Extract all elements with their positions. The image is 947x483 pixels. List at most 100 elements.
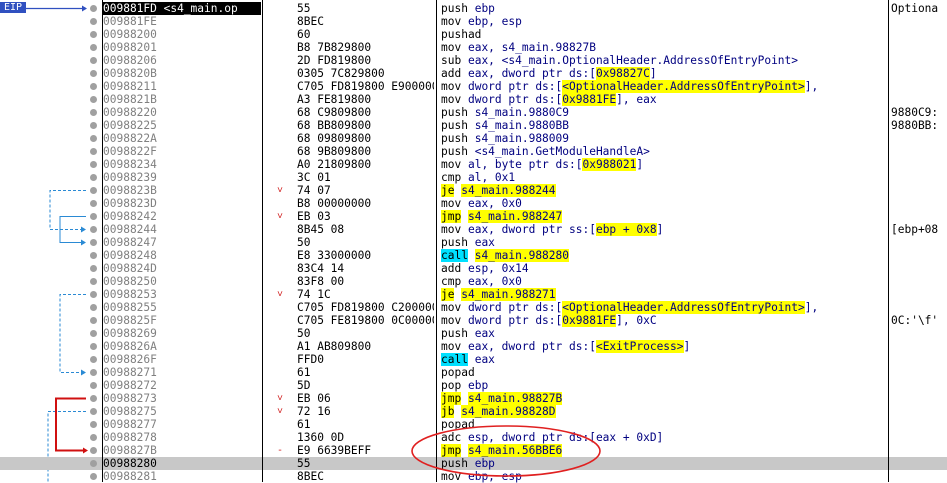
address-cell: 00988200 — [103, 28, 157, 41]
table-row[interactable]: 009881FD <s4_main.op 55 push ebp Optiona — [0, 2, 947, 15]
breakpoint-dot[interactable] — [90, 96, 97, 103]
breakpoint-dot[interactable] — [90, 369, 97, 376]
mnemonic: pop — [441, 379, 462, 392]
table-row[interactable]: 0098822A 68 09809800 push s4_main.988009 — [0, 132, 947, 145]
address-cell: 00988206 — [103, 54, 157, 67]
table-row[interactable]: 00988248 E8 33000000 call s4_main.988280 — [0, 249, 947, 262]
breakpoint-dot[interactable] — [90, 252, 97, 259]
table-row[interactable]: 00988247 50 push eax — [0, 236, 947, 249]
table-row[interactable]: 00988271 61 popad — [0, 366, 947, 379]
breakpoint-dot[interactable] — [90, 109, 97, 116]
breakpoint-dot[interactable] — [90, 70, 97, 77]
disassembly-cell: mov eax, s4_main.98827B — [441, 41, 888, 54]
breakpoint-dot[interactable] — [90, 83, 97, 90]
table-row[interactable]: 00988253 ˅ 74 1C je s4_main.988271 — [0, 288, 947, 301]
address-cell: 0098826F — [103, 353, 157, 366]
address-cell: 00988201 — [103, 41, 157, 54]
breakpoint-dot[interactable] — [90, 395, 97, 402]
comment-cell — [891, 158, 947, 171]
breakpoint-dot[interactable] — [90, 122, 97, 129]
comment-cell — [891, 405, 947, 418]
breakpoint-dot[interactable] — [90, 434, 97, 441]
breakpoint-dot[interactable] — [90, 57, 97, 64]
table-row[interactable]: 00988239 3C 01 cmp al, 0x1 — [0, 171, 947, 184]
comment-cell — [891, 366, 947, 379]
table-row[interactable]: 0098826A A1 AB809800 mov eax, dword ptr ds… — [0, 340, 947, 353]
table-row[interactable]: 0098827B - E9 6639BEFF jmp s4_main.56BBE6 — [0, 444, 947, 457]
breakpoint-dot[interactable] — [90, 343, 97, 350]
table-row[interactable]: 0098821B A3 FE819800 mov dword ptr ds:[0x9… — [0, 93, 947, 106]
breakpoint-dot[interactable] — [90, 473, 97, 480]
table-row[interactable]: 0098820B 0305 7C829800 add eax, dword ptr … — [0, 67, 947, 80]
table-row[interactable]: 00988255 C705 FD819800 C2000000 mov dword … — [0, 301, 947, 314]
table-row[interactable]: 00988250 83F8 00 cmp eax, 0x0 — [0, 275, 947, 288]
breakpoint-dot[interactable] — [90, 460, 97, 467]
table-row[interactable]: 00988206 2D FD819800 sub eax, <s4_main.Opt… — [0, 54, 947, 67]
table-row[interactable]: 00988234 A0 21809800 mov al, byte ptr ds:[… — [0, 158, 947, 171]
bytes-cell: 68 C9809800 — [297, 106, 372, 119]
table-row[interactable]: 0098822F 68 9B809800 push <s4_main.GetModu… — [0, 145, 947, 158]
table-row[interactable]: 00988201 B8 7B829800 mov eax, s4_main.9882… — [0, 41, 947, 54]
breakpoint-dot[interactable] — [90, 213, 97, 220]
breakpoint-dot[interactable] — [90, 200, 97, 207]
table-row[interactable]: 00988242 ˅ EB 03 jmp s4_main.988247 — [0, 210, 947, 223]
breakpoint-dot[interactable] — [90, 18, 97, 25]
breakpoint-dot[interactable] — [90, 239, 97, 246]
table-row[interactable]: 00988280 55 push ebp — [0, 457, 947, 470]
breakpoint-dot[interactable] — [90, 31, 97, 38]
breakpoint-dot[interactable] — [90, 382, 97, 389]
breakpoint-dot[interactable] — [90, 148, 97, 155]
operand: <s4_main.GetModuleHandleA> — [474, 145, 650, 158]
table-row[interactable]: 00988269 50 push eax — [0, 327, 947, 340]
comment-cell: Optiona — [891, 2, 939, 15]
table-row[interactable]: 0098823B ˅ 74 07 je s4_main.988244 — [0, 184, 947, 197]
disassembly-cell: popad — [441, 366, 888, 379]
table-row[interactable]: 00988277 61 popad — [0, 418, 947, 431]
breakpoint-dot[interactable] — [90, 44, 97, 51]
table-row[interactable]: 00988211 C705 FD819800 E9000000 mov dword … — [0, 80, 947, 93]
comment-cell — [891, 379, 947, 392]
bytes-cell: 2D FD819800 — [297, 54, 372, 67]
disassembly-cell: cmp eax, 0x0 — [441, 275, 888, 288]
table-row[interactable]: 00988275 ˅ 72 16 jb s4_main.98828D — [0, 405, 947, 418]
breakpoint-dot[interactable] — [90, 356, 97, 363]
operand: eax, s4_main.98827B — [467, 41, 596, 54]
table-row[interactable]: 00988272 5D pop ebp — [0, 379, 947, 392]
table-row[interactable]: 0098826F FFD0 call eax — [0, 353, 947, 366]
comment-cell — [891, 145, 947, 158]
bytes-cell: 8BEC — [297, 15, 324, 28]
table-row[interactable]: 0098825F C705 FE819800 0C000000 mov dword … — [0, 314, 947, 327]
table-row[interactable]: 00988220 68 C9809800 push s4_main.9880C9 98… — [0, 106, 947, 119]
address-cell: 00988234 — [103, 158, 157, 171]
breakpoint-dot[interactable] — [90, 135, 97, 142]
breakpoint-dot[interactable] — [90, 187, 97, 194]
breakpoint-dot[interactable] — [90, 447, 97, 454]
breakpoint-dot[interactable] — [90, 421, 97, 428]
breakpoint-dot[interactable] — [90, 226, 97, 233]
breakpoint-dot[interactable] — [90, 5, 97, 12]
disassembly-cell: cmp al, 0x1 — [441, 171, 888, 184]
breakpoint-dot[interactable] — [90, 291, 97, 298]
table-row[interactable]: 0098824D 83C4 14 add esp, 0x14 — [0, 262, 947, 275]
breakpoint-dot[interactable] — [90, 330, 97, 337]
table-row[interactable]: 0098823D B8 00000000 mov eax, 0x0 — [0, 197, 947, 210]
table-row[interactable]: 00988244 8B45 08 mov eax, dword ptr ss:[eb… — [0, 223, 947, 236]
table-row[interactable]: 00988225 68 BB809800 push s4_main.9880BB 98… — [0, 119, 947, 132]
table-row[interactable]: 00988200 60 pushad — [0, 28, 947, 41]
table-row[interactable]: 00988281 8BEC mov ebp, esp — [0, 470, 947, 483]
breakpoint-dot[interactable] — [90, 265, 97, 272]
bytes-cell: 60 — [297, 28, 311, 41]
table-row[interactable]: 00988278 1360 0D adc esp, dword ptr ds:[ea… — [0, 431, 947, 444]
breakpoint-dot[interactable] — [90, 304, 97, 311]
table-row[interactable]: 009881FE 8BEC mov ebp, esp — [0, 15, 947, 28]
jump-marker — [277, 353, 289, 366]
breakpoint-dot[interactable] — [90, 161, 97, 168]
breakpoint-dot[interactable] — [90, 317, 97, 324]
breakpoint-dot[interactable] — [90, 408, 97, 415]
operand: eax, <s4_main.OptionalHeader.AddressOfEn… — [467, 54, 799, 67]
breakpoint-dot[interactable] — [90, 278, 97, 285]
operand: eax, 0x0 — [467, 197, 522, 210]
disassembly-view[interactable]: EIP 009881FD <s4_main.op 55 push ebp Option… — [0, 0, 947, 483]
table-row[interactable]: 00988273 ˅ EB 06 jmp s4_main.98827B — [0, 392, 947, 405]
breakpoint-dot[interactable] — [90, 174, 97, 181]
